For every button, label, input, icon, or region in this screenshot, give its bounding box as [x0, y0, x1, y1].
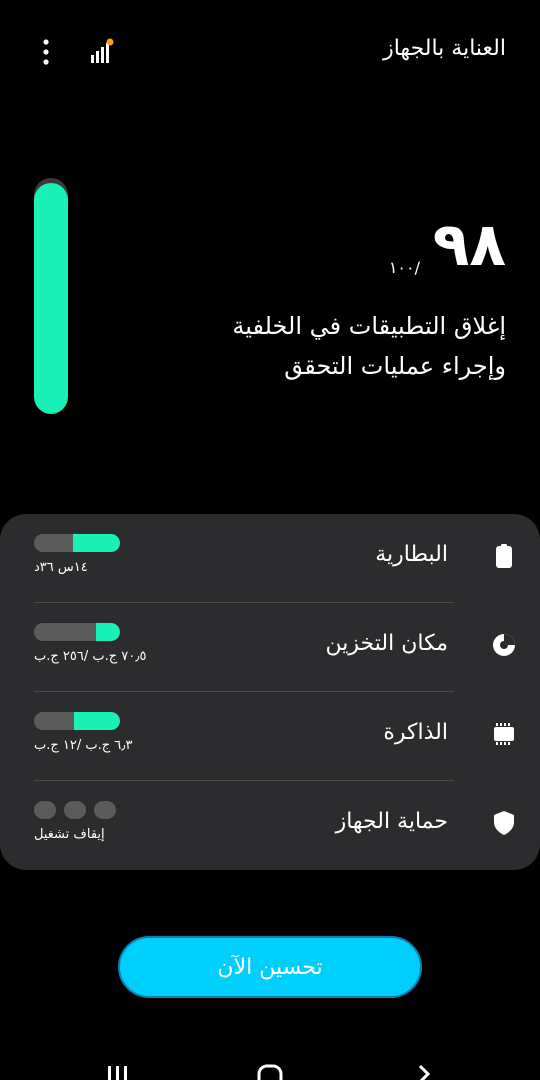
- indicator-dot: [34, 801, 56, 819]
- app-header: العناية بالجهاز: [0, 30, 540, 74]
- page-title: العناية بالجهاز: [383, 36, 506, 61]
- status-message-line-2: وإجراء عمليات التحقق: [284, 352, 506, 380]
- diagnostics-button[interactable]: [84, 36, 116, 68]
- memory-chip-icon: [492, 722, 516, 746]
- more-options-button[interactable]: [30, 36, 62, 68]
- score-value: ٩٨: [432, 210, 506, 280]
- battery-icon: [492, 544, 516, 568]
- more-vertical-icon: [43, 39, 49, 65]
- storage-bar: [34, 623, 120, 641]
- recent-apps-icon[interactable]: [104, 1062, 132, 1080]
- navigation-bar: [0, 1062, 540, 1080]
- battery-bar-fill: [72, 534, 120, 552]
- score-gauge: [34, 178, 68, 414]
- memory-bar-fill: [74, 712, 120, 730]
- score-block: ٩٨ /١٠٠: [206, 212, 506, 282]
- device-protection-item[interactable]: حماية الجهاز إيقاف تشغيل: [34, 781, 514, 870]
- storage-label: مكان التخزين: [325, 631, 448, 656]
- battery-label: البطارية: [375, 542, 448, 567]
- signal-bars-icon: [91, 38, 114, 63]
- device-protection-label: حماية الجهاز: [335, 809, 448, 834]
- score-gauge-fill: [34, 182, 68, 414]
- status-message-line-1: إغلاق التطبيقات في الخلفية: [232, 312, 506, 340]
- notification-dot: [106, 38, 114, 46]
- optimize-now-button[interactable]: تحسين الآن: [118, 936, 422, 998]
- battery-item[interactable]: البطارية ١٤س ٣٦د: [34, 514, 512, 603]
- memory-value: ٦٫٣ ج.ب /١٢ ج.ب: [34, 738, 133, 753]
- storage-pie-icon: [492, 633, 516, 657]
- indicator-dot: [64, 801, 86, 819]
- memory-item[interactable]: الذاكرة ٦٫٣ ج.ب /١٢ ج.ب: [34, 692, 514, 781]
- indicator-dot: [94, 801, 116, 819]
- device-protection-value: إيقاف تشغيل: [34, 827, 105, 842]
- status-bar: [0, 0, 540, 10]
- status-message: إغلاق التطبيقات في الخلفية وإجراء عمليات…: [146, 306, 506, 386]
- battery-value: ١٤س ٣٦د: [34, 560, 88, 575]
- home-icon[interactable]: [256, 1062, 284, 1080]
- storage-value: ٧٠٫٥ ج.ب /٢٥٦ ج.ب: [34, 649, 147, 664]
- battery-bar: [34, 534, 120, 552]
- shield-icon: [492, 811, 516, 835]
- memory-label: الذاكرة: [383, 720, 448, 745]
- back-icon[interactable]: [410, 1062, 438, 1080]
- storage-item[interactable]: مكان التخزين ٧٠٫٥ ج.ب /٢٥٦ ج.ب: [34, 603, 515, 692]
- storage-bar-fill: [95, 623, 120, 641]
- care-items-card: البطارية ١٤س ٣٦د مكان التخزين ٧٠٫٥ ج.ب /…: [0, 514, 540, 870]
- device-protection-indicator: [34, 801, 116, 819]
- memory-bar: [34, 712, 120, 730]
- score-max: /١٠٠: [388, 258, 420, 277]
